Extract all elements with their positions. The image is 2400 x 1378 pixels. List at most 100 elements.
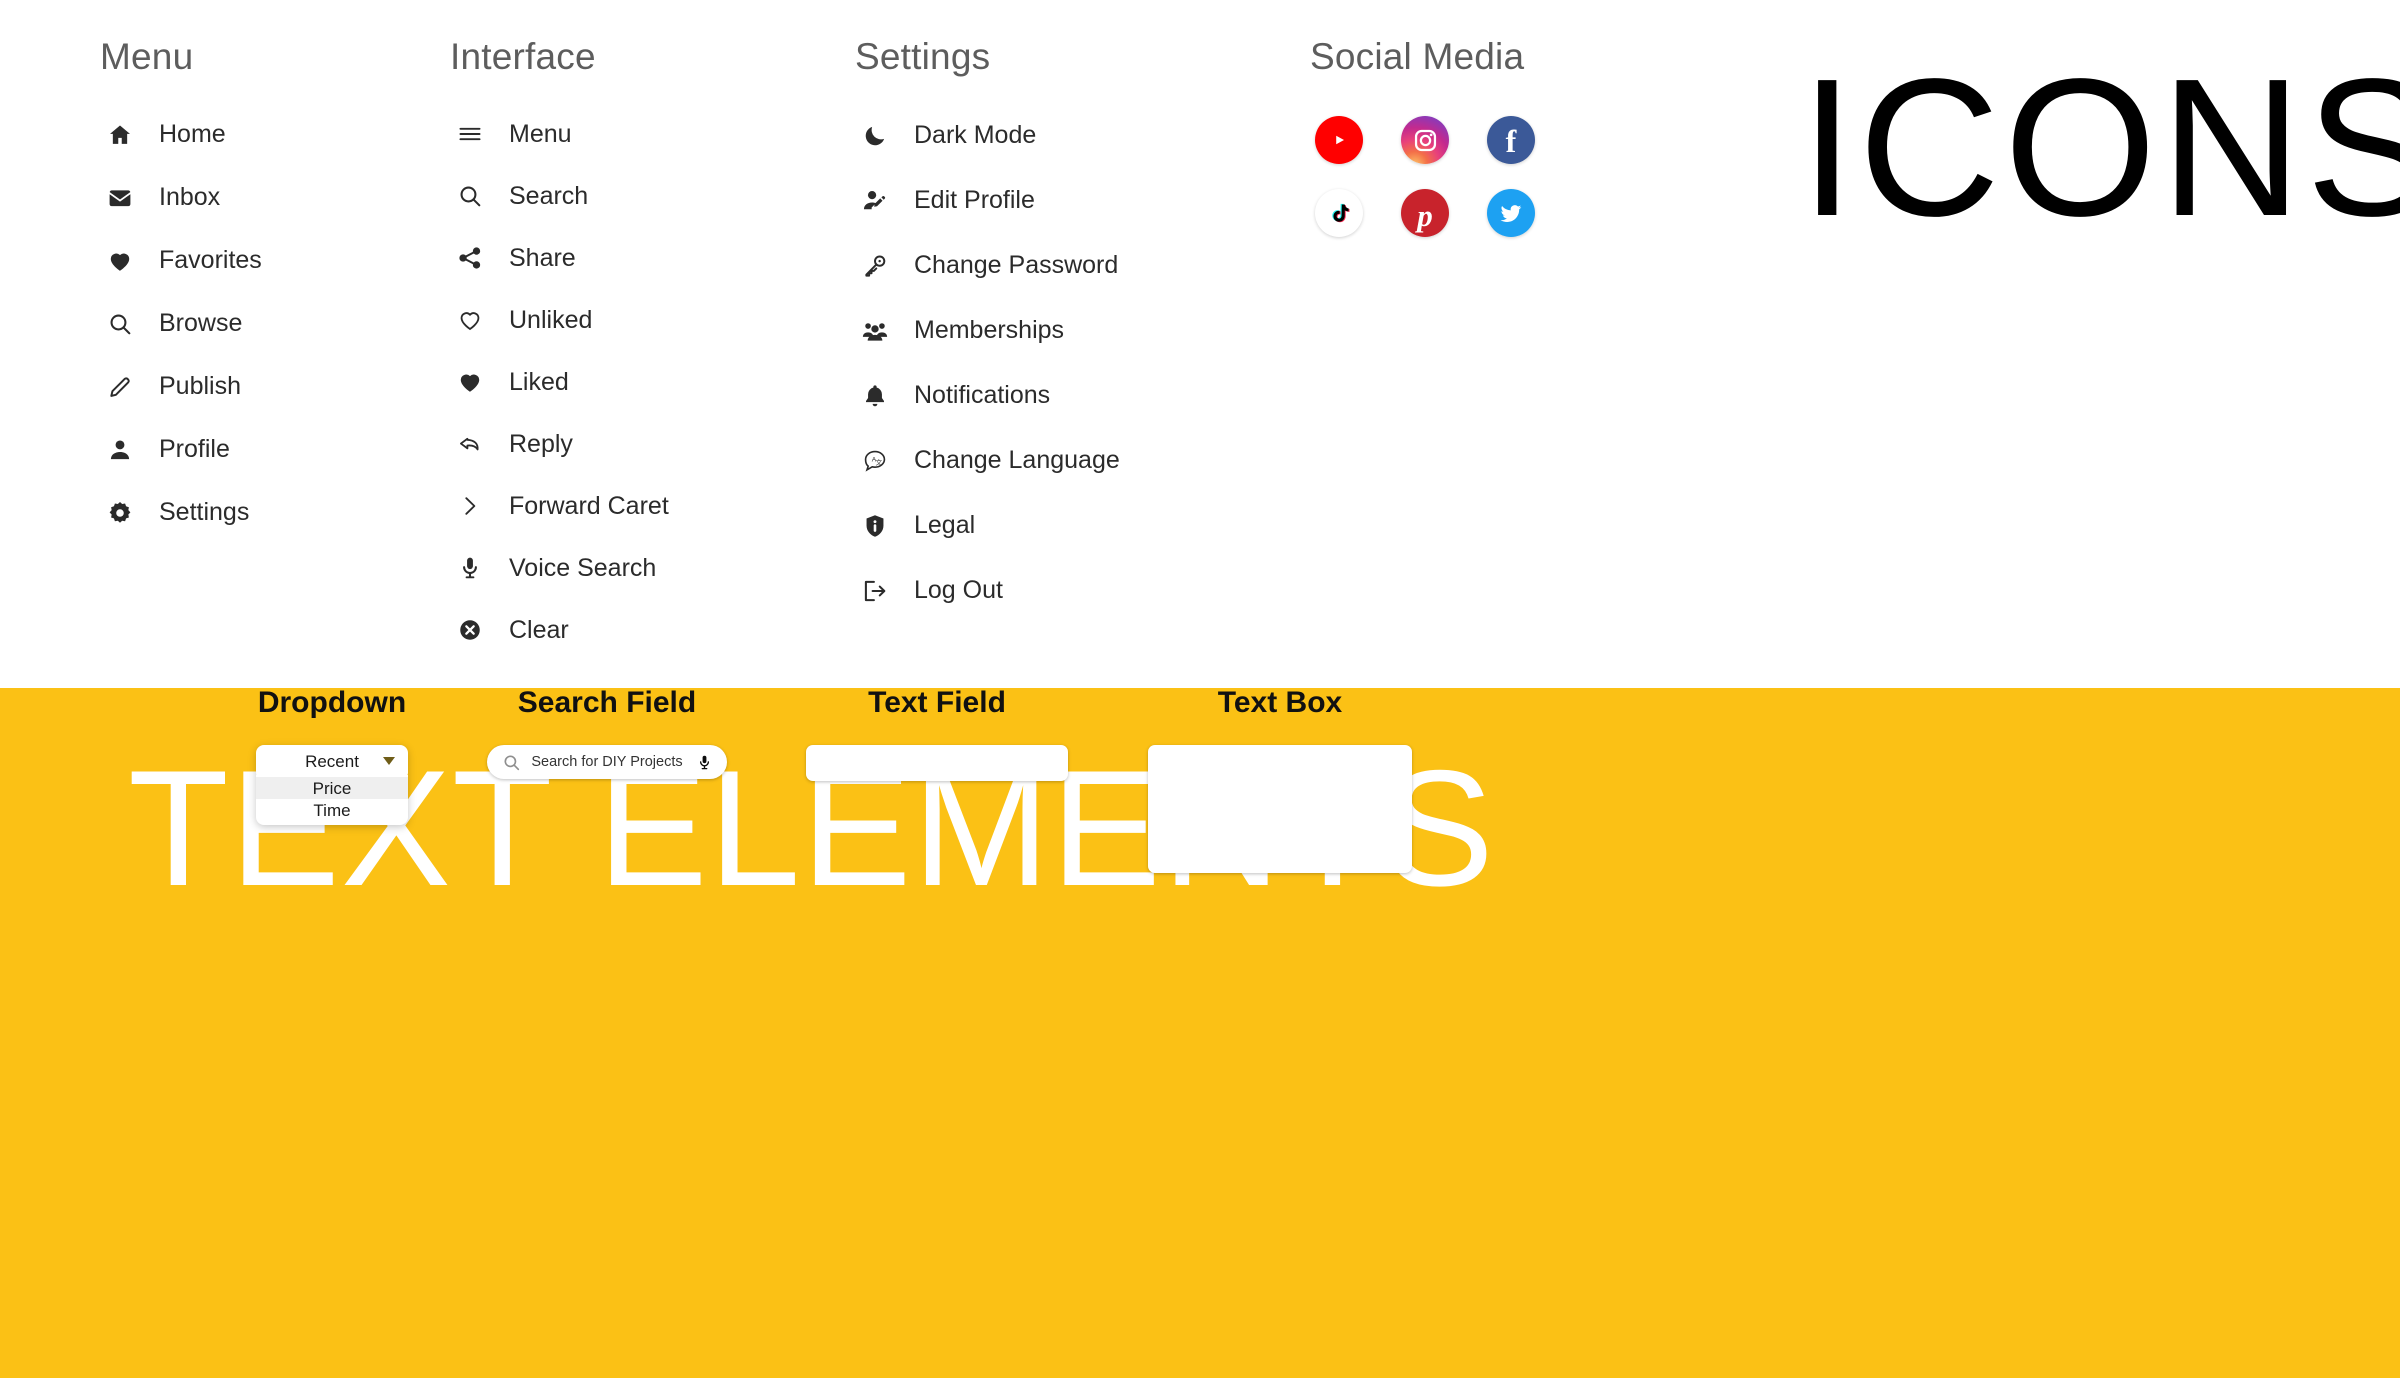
text-box-label: Text Box	[1217, 686, 1343, 719]
person-icon	[100, 437, 140, 463]
social-media-column-title: Social Media	[1310, 36, 1525, 77]
menu-item-list: Home Inbox Favorites Browse Publish Prof…	[100, 103, 262, 544]
interface-item-voice-search[interactable]: Voice Search	[450, 537, 669, 599]
interface-column: Interface Menu Search Share Unliked Like…	[450, 38, 669, 661]
menu-item-label: Publish	[159, 372, 241, 400]
interface-item-share[interactable]: Share	[450, 227, 669, 289]
social-link-facebook[interactable]: f	[1482, 111, 1540, 169]
social-link-pinterest[interactable]: p	[1396, 184, 1454, 242]
settings-item-label: Edit Profile	[914, 186, 1035, 214]
social-media-icon-grid: f p	[1310, 111, 1568, 257]
settings-item-notifications[interactable]: Notifications	[855, 363, 1120, 428]
menu-item-publish[interactable]: Publish	[100, 355, 262, 418]
settings-item-edit-profile[interactable]: Edit Profile	[855, 168, 1120, 233]
interface-item-liked[interactable]: Liked	[450, 351, 669, 413]
chevron-right-icon	[450, 493, 490, 519]
settings-item-label: Dark Mode	[914, 121, 1037, 149]
youtube-icon	[1315, 116, 1363, 164]
text-field-group: Text Field	[806, 688, 1068, 781]
icon-ui-reference-sheet: Menu Home Inbox Favorites Browse Publish…	[0, 0, 2400, 1378]
dropdown-option-time[interactable]: Time	[256, 799, 408, 825]
menu-item-label: Browse	[159, 309, 243, 337]
settings-item-label: Legal	[914, 511, 976, 539]
menu-item-settings[interactable]: Settings	[100, 481, 262, 544]
text-box-group: Text Box	[1148, 688, 1412, 873]
interface-item-clear[interactable]: Clear	[450, 599, 669, 661]
heart-outline-icon	[450, 307, 490, 333]
menu-column: Menu Home Inbox Favorites Browse Publish…	[100, 38, 262, 544]
menu-item-label: Profile	[159, 435, 230, 463]
facebook-icon: f	[1487, 116, 1535, 164]
settings-column: Settings Dark Mode Edit Profile Change P…	[855, 38, 1120, 623]
menu-item-home[interactable]: Home	[100, 103, 262, 166]
people-group-icon	[855, 318, 895, 344]
search-field-group: Search Field Search for DIY Projects	[487, 688, 727, 779]
settings-item-label: Memberships	[914, 316, 1065, 344]
interface-item-label: Clear	[509, 615, 569, 644]
translate-bubble-icon: A文	[855, 448, 895, 474]
dropdown-trigger[interactable]: Recent	[256, 745, 408, 777]
social-media-column: Social Media f p	[1310, 38, 1568, 257]
person-edit-icon	[855, 188, 895, 214]
menu-item-browse[interactable]: Browse	[100, 292, 262, 355]
social-link-youtube[interactable]	[1310, 111, 1368, 169]
pencil-icon	[100, 374, 140, 400]
interface-item-reply[interactable]: Reply	[450, 413, 669, 475]
menu-item-inbox[interactable]: Inbox	[100, 166, 262, 229]
hamburger-icon	[450, 121, 490, 147]
microphone-icon[interactable]	[696, 754, 713, 771]
settings-item-dark-mode[interactable]: Dark Mode	[855, 103, 1120, 168]
search-input[interactable]: Search for DIY Projects	[487, 745, 727, 779]
interface-item-label: Voice Search	[509, 553, 657, 582]
reply-arrow-icon	[450, 431, 490, 457]
social-link-instagram[interactable]	[1396, 111, 1454, 169]
menu-item-label: Home	[159, 120, 226, 148]
interface-column-title: Interface	[450, 36, 596, 77]
bell-icon	[855, 383, 895, 409]
social-link-twitter[interactable]	[1482, 184, 1540, 242]
settings-item-label: Notifications	[914, 381, 1051, 409]
text-field-input[interactable]	[806, 745, 1068, 781]
shield-info-icon	[855, 513, 895, 539]
dropdown-selected-value: Recent	[305, 751, 359, 771]
interface-item-list: Menu Search Share Unliked Liked Reply Fo…	[450, 103, 669, 661]
text-elements-section: TEXT ELEMENTS Dropdown Recent Price Time…	[0, 688, 2400, 1378]
key-icon	[855, 253, 895, 279]
menu-column-title: Menu	[100, 36, 194, 77]
heart-filled-icon	[100, 248, 140, 274]
dropdown-options-list: Price Time	[256, 775, 408, 825]
interface-item-label: Liked	[509, 367, 569, 396]
menu-item-label: Favorites	[159, 246, 262, 274]
logout-icon	[855, 578, 895, 604]
interface-item-label: Search	[509, 181, 589, 210]
settings-item-change-password[interactable]: Change Password	[855, 233, 1120, 298]
search-field-label: Search Field	[517, 686, 697, 719]
interface-item-menu[interactable]: Menu	[450, 103, 669, 165]
instagram-icon	[1401, 116, 1449, 164]
menu-item-profile[interactable]: Profile	[100, 418, 262, 481]
menu-item-favorites[interactable]: Favorites	[100, 229, 262, 292]
settings-item-change-language[interactable]: A文 Change Language	[855, 428, 1120, 493]
settings-item-legal[interactable]: Legal	[855, 493, 1120, 558]
dropdown-label: Dropdown	[257, 686, 407, 719]
interface-item-unliked[interactable]: Unliked	[450, 289, 669, 351]
social-link-tiktok[interactable]	[1310, 184, 1368, 242]
settings-item-memberships[interactable]: Memberships	[855, 298, 1120, 363]
text-box-textarea[interactable]	[1148, 745, 1412, 873]
dropdown-option-price[interactable]: Price	[256, 777, 408, 799]
menu-item-label: Settings	[159, 498, 250, 526]
interface-item-label: Share	[509, 243, 576, 272]
dropdown-control[interactable]: Recent Price Time	[256, 745, 408, 825]
icons-showcase-section: Menu Home Inbox Favorites Browse Publish…	[0, 0, 2400, 688]
heart-filled-icon	[450, 369, 490, 395]
settings-item-list: Dark Mode Edit Profile Change Password M…	[855, 103, 1120, 623]
pinterest-icon: p	[1401, 189, 1449, 237]
share-icon	[450, 245, 490, 271]
interface-item-label: Unliked	[509, 305, 593, 334]
settings-item-label: Log Out	[914, 576, 1003, 604]
interface-item-search[interactable]: Search	[450, 165, 669, 227]
search-icon	[502, 753, 521, 772]
interface-item-forward-caret[interactable]: Forward Caret	[450, 475, 669, 537]
chevron-down-icon	[383, 757, 395, 765]
settings-item-log-out[interactable]: Log Out	[855, 558, 1120, 623]
